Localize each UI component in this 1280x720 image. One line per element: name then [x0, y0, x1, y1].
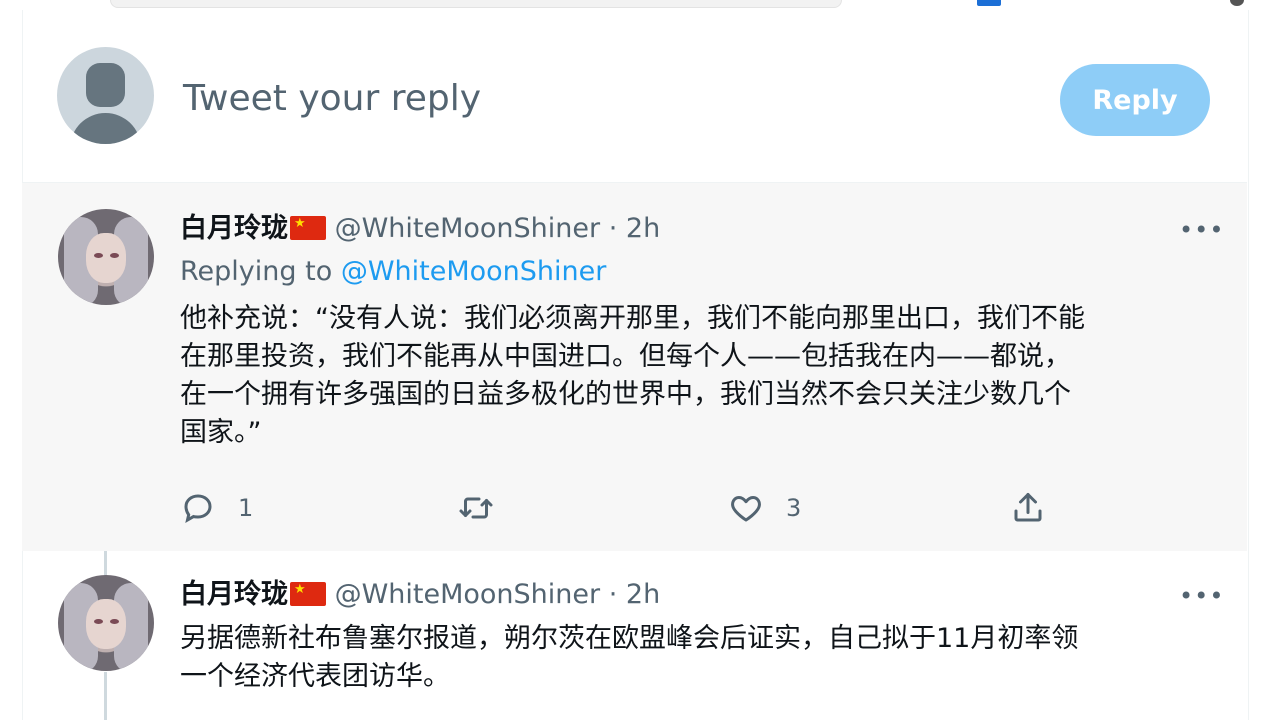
- retweet-icon: [459, 497, 493, 519]
- avatar[interactable]: [58, 209, 154, 305]
- tweet[interactable]: 白月玲珑 @WhiteMoonShiner · 2h ••• Replying …: [22, 183, 1247, 551]
- tweet-actions: 1 3: [180, 488, 1060, 528]
- retweet-action[interactable]: [458, 488, 494, 528]
- avatar-face: [86, 233, 126, 283]
- avatar-eye: [110, 253, 119, 258]
- separator: ·: [608, 579, 618, 610]
- avatar-head: [86, 63, 125, 107]
- text-line: 他补充说：“没有人说：我们必须离开那里，我们不能向那里出口，我们不能: [180, 303, 1085, 334]
- text-line: 另据德新社布鲁塞尔报道，朔尔茨在欧盟峰会后证实，自己拟于11月初率领: [180, 623, 1079, 654]
- address-bar[interactable]: [110, 0, 842, 8]
- mention-link[interactable]: @WhiteMoonShiner: [341, 256, 607, 287]
- avatar-eye: [94, 253, 103, 258]
- like-count: 3: [786, 494, 802, 522]
- reply-action[interactable]: 1: [180, 488, 253, 528]
- tweet-header: 白月玲珑 @WhiteMoonShiner · 2h: [180, 212, 660, 246]
- user-handle[interactable]: @WhiteMoonShiner: [335, 213, 601, 244]
- share-action[interactable]: [1010, 488, 1046, 528]
- reply-input[interactable]: Tweet your reply: [183, 78, 481, 119]
- reply-icon: [184, 494, 212, 524]
- browser-top-strip: [0, 0, 1280, 10]
- reply-composer: Tweet your reply Reply: [22, 10, 1247, 182]
- browser-menu-icon[interactable]: [1230, 0, 1244, 6]
- china-flag-icon: [290, 582, 326, 606]
- default-avatar-icon: [57, 47, 154, 144]
- china-flag-icon: [290, 216, 326, 240]
- avatar[interactable]: [58, 575, 154, 671]
- like-icon: [731, 496, 761, 522]
- text-line: 国家。”: [180, 417, 262, 448]
- display-name[interactable]: 白月玲珑: [180, 213, 288, 244]
- user-handle[interactable]: @WhiteMoonShiner: [335, 579, 601, 610]
- reply-count: 1: [238, 494, 254, 522]
- like-action[interactable]: 3: [728, 488, 801, 528]
- display-name[interactable]: 白月玲珑: [180, 579, 288, 610]
- timestamp[interactable]: 2h: [626, 213, 660, 244]
- tweet[interactable]: 白月玲珑 @WhiteMoonShiner · 2h ••• 另据德新社布鲁塞尔…: [22, 551, 1247, 720]
- more-icon[interactable]: •••: [1179, 584, 1223, 608]
- tweet-text: 他补充说：“没有人说：我们必须离开那里，我们不能向那里出口，我们不能 在那里投资…: [180, 300, 1220, 452]
- replying-to: Replying to @WhiteMoonShiner: [180, 256, 606, 287]
- replying-prefix: Replying to: [180, 256, 333, 287]
- new-badge-icon: [977, 0, 1001, 6]
- reply-button[interactable]: Reply: [1060, 64, 1210, 136]
- tweet-header: 白月玲珑 @WhiteMoonShiner · 2h: [180, 578, 660, 612]
- share-icon: [1014, 493, 1042, 522]
- tweet-text: 另据德新社布鲁塞尔报道，朔尔茨在欧盟峰会后证实，自己拟于11月初率领 一个经济代…: [180, 620, 1220, 696]
- text-line: 在那里投资，我们不能再从中国进口。但每个人——包括我在内——都说，: [180, 341, 1071, 372]
- avatar-eye: [110, 619, 119, 624]
- timestamp[interactable]: 2h: [626, 579, 660, 610]
- avatar-body: [70, 113, 141, 144]
- avatar-eye: [94, 619, 103, 624]
- text-line: 一个经济代表团访华。: [180, 661, 450, 692]
- avatar-face: [86, 599, 126, 649]
- text-line: 在一个拥有许多强国的日益多极化的世界中，我们当然不会只关注少数几个: [180, 379, 1071, 410]
- more-icon[interactable]: •••: [1179, 218, 1223, 242]
- separator: ·: [608, 213, 618, 244]
